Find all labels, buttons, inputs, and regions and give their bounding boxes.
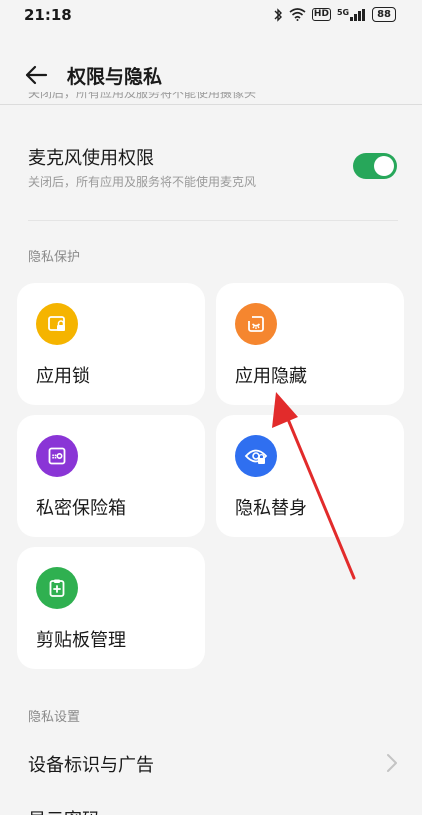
app-hide-icon: [235, 303, 277, 345]
card-label: 应用隐藏: [235, 366, 307, 387]
section-title-privacy-settings: 隐私设置: [28, 710, 81, 725]
settings-item-label: 设备标识与广告: [28, 755, 154, 776]
microphone-permission-subtitle: 关闭后，所有应用及服务将不能使用麦克风: [28, 175, 257, 189]
signal-badge: 5G: [336, 7, 366, 21]
annotation-arrow: [272, 392, 356, 580]
page-title: 权限与隐私: [67, 66, 163, 88]
header-divider: [0, 104, 422, 105]
settings-item-show-password-clip: 显示密码: [0, 800, 422, 815]
card-app-hide[interactable]: 应用隐藏: [216, 283, 404, 405]
card-label: 私密保险箱: [36, 498, 126, 519]
back-arrow-icon[interactable]: [22, 61, 50, 89]
camera-subtitle-clip: 关闭后，所有应用及服务将不能使用摄像头: [0, 92, 422, 104]
clipboard-icon: [36, 567, 78, 609]
card-privacy-double[interactable]: 隐私替身: [216, 415, 404, 537]
section-title-privacy-protection: 隐私保护: [28, 250, 81, 265]
private-safe-icon: [36, 435, 78, 477]
card-label: 剪贴板管理: [36, 630, 126, 651]
microphone-toggle[interactable]: [353, 153, 397, 179]
settings-item-show-password[interactable]: 显示密码: [28, 806, 100, 815]
card-label: 隐私替身: [235, 498, 307, 519]
camera-permission-subtitle: 关闭后，所有应用及服务将不能使用摄像头: [28, 92, 257, 100]
microphone-permission-row[interactable]: 麦克风使用权限 关闭后，所有应用及服务将不能使用麦克风: [28, 144, 398, 204]
card-private-safe[interactable]: 私密保险箱: [17, 415, 205, 537]
microphone-permission-title: 麦克风使用权限: [28, 148, 154, 169]
privacy-double-icon: [235, 435, 277, 477]
status-time: 21:18: [24, 6, 72, 24]
hd-badge: HD: [311, 8, 331, 21]
bluetooth-icon: [274, 7, 282, 22]
signal-strength-icon: [350, 8, 366, 21]
row-divider: [28, 220, 398, 221]
status-bar: 21:18 HD 5G 88: [0, 0, 422, 32]
chevron-right-icon: [387, 754, 397, 772]
card-app-lock[interactable]: 应用锁: [17, 283, 205, 405]
card-clipboard[interactable]: 剪贴板管理: [17, 547, 205, 669]
battery-indicator: 88: [372, 7, 396, 22]
wifi-icon: [289, 8, 306, 21]
app-lock-icon: [36, 303, 78, 345]
status-icons: HD 5G 88: [273, 7, 396, 22]
signal-5g-label: 5G: [336, 7, 350, 17]
card-label: 应用锁: [36, 366, 90, 387]
settings-item-device-id-ads[interactable]: 设备标识与广告: [0, 735, 422, 791]
